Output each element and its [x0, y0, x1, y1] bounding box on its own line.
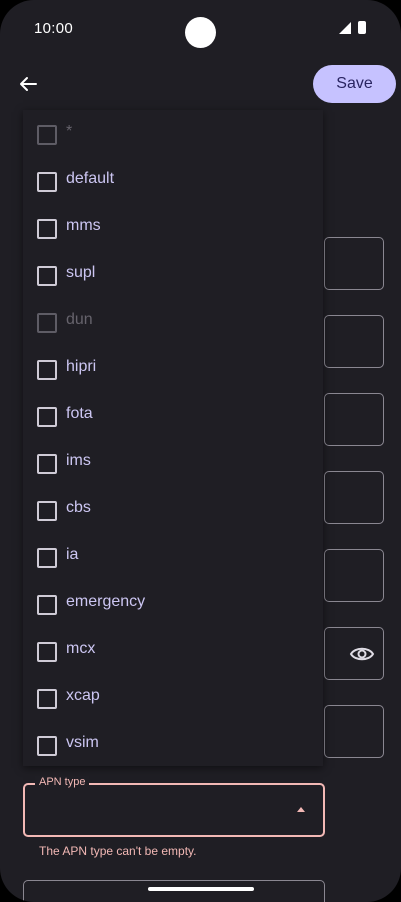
- apn-type-dropdown-menu: * default mms supl dun hipri fota ims cb…: [23, 110, 323, 766]
- option-vsim[interactable]: vsim: [23, 722, 323, 769]
- checkbox: [37, 313, 57, 333]
- option-hipri[interactable]: hipri: [23, 346, 323, 393]
- checkbox[interactable]: [37, 266, 57, 286]
- checkbox[interactable]: [37, 689, 57, 709]
- option-label: ia: [66, 546, 79, 563]
- option-star: *: [23, 111, 323, 158]
- save-button[interactable]: Save: [313, 65, 396, 103]
- option-mcx[interactable]: mcx: [23, 628, 323, 675]
- checkbox[interactable]: [37, 407, 57, 427]
- battery-icon: [358, 21, 366, 34]
- checkbox: [37, 125, 57, 145]
- option-label: vsim: [66, 734, 99, 751]
- option-label: dun: [66, 311, 93, 328]
- screen: 10:00 Save * default mms supl dun hipri …: [0, 0, 401, 902]
- apn-type-label: APN type: [35, 776, 90, 788]
- text-field[interactable]: [324, 237, 384, 290]
- option-emergency[interactable]: emergency: [23, 581, 323, 628]
- option-label: emergency: [66, 593, 146, 610]
- checkbox[interactable]: [37, 736, 57, 756]
- option-label: mcx: [66, 640, 96, 657]
- option-label: ims: [66, 452, 91, 469]
- home-gesture-bar[interactable]: [148, 887, 254, 891]
- text-field[interactable]: [324, 315, 384, 368]
- checkbox[interactable]: [37, 360, 57, 380]
- checkbox[interactable]: [37, 595, 57, 615]
- option-label: default: [66, 170, 115, 187]
- option-ia[interactable]: ia: [23, 534, 323, 581]
- camera-cutout: [185, 17, 216, 48]
- text-field[interactable]: [324, 705, 384, 758]
- eye-icon[interactable]: [349, 642, 375, 666]
- checkbox[interactable]: [37, 172, 57, 192]
- option-fota[interactable]: fota: [23, 393, 323, 440]
- option-supl[interactable]: supl: [23, 252, 323, 299]
- option-cbs[interactable]: cbs: [23, 487, 323, 534]
- back-arrow-icon[interactable]: [14, 70, 42, 98]
- option-label: *: [66, 123, 73, 140]
- apn-type-field[interactable]: APN type: [23, 776, 325, 837]
- option-dun: dun: [23, 299, 323, 346]
- option-label: fota: [66, 405, 93, 422]
- text-field[interactable]: [324, 549, 384, 602]
- option-ims[interactable]: ims: [23, 440, 323, 487]
- checkbox[interactable]: [37, 548, 57, 568]
- text-field[interactable]: [324, 471, 384, 524]
- checkbox[interactable]: [37, 642, 57, 662]
- apn-type-error-text: The APN type can't be empty.: [39, 844, 197, 858]
- option-xcap[interactable]: xcap: [23, 675, 323, 722]
- option-default[interactable]: default: [23, 158, 323, 205]
- option-label: cbs: [66, 499, 91, 516]
- text-field[interactable]: [324, 393, 384, 446]
- checkbox[interactable]: [37, 454, 57, 474]
- status-bar: 10:00: [0, 0, 401, 56]
- checkbox[interactable]: [37, 501, 57, 521]
- option-label: hipri: [66, 358, 97, 375]
- checkbox[interactable]: [37, 219, 57, 239]
- option-label: xcap: [66, 687, 100, 704]
- option-label: mms: [66, 217, 101, 234]
- cell-signal-icon: [339, 22, 351, 34]
- dropdown-caret-up-icon[interactable]: [297, 807, 305, 812]
- option-label: supl: [66, 264, 96, 281]
- text-field[interactable]: [23, 880, 325, 902]
- option-mms[interactable]: mms: [23, 205, 323, 252]
- status-time: 10:00: [34, 20, 74, 37]
